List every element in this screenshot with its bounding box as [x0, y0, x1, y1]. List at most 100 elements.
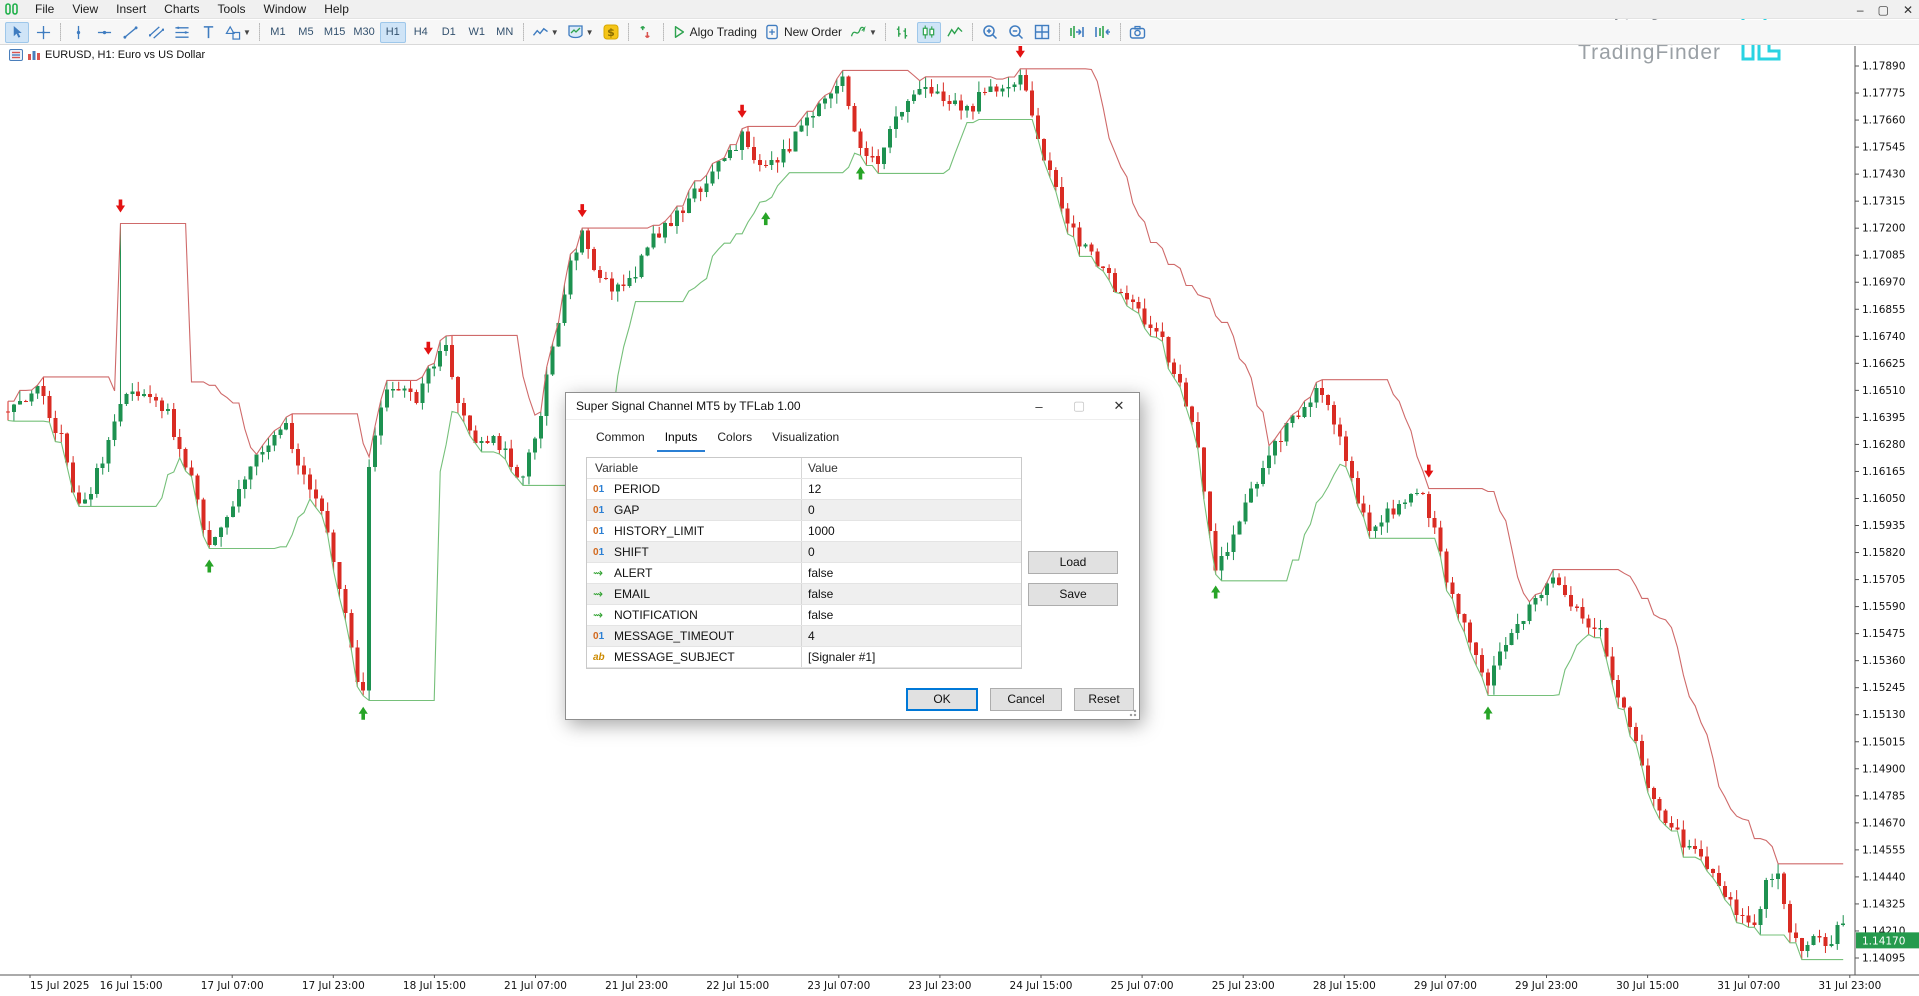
- variable-value[interactable]: 0: [802, 545, 1021, 559]
- candle: [314, 490, 318, 499]
- candles-mode-icon[interactable]: [917, 22, 941, 43]
- market-depth-icon[interactable]: [634, 22, 658, 43]
- candle: [1670, 823, 1674, 827]
- symbols-icon[interactable]: $: [599, 22, 623, 43]
- candle: [1433, 518, 1437, 527]
- vertical-line-icon[interactable]: [66, 22, 90, 43]
- bars-mode-icon[interactable]: [891, 22, 915, 43]
- ok-button[interactable]: OK: [906, 688, 978, 711]
- horizontal-line-icon[interactable]: [92, 22, 116, 43]
- tf-mn-button[interactable]: MN: [492, 22, 518, 43]
- table-row[interactable]: 01SHIFT 0: [587, 542, 1021, 563]
- cursor-icon[interactable]: [5, 22, 29, 43]
- new-order-button[interactable]: New Order: [762, 22, 845, 43]
- tab-visualization[interactable]: Visualization: [764, 426, 847, 452]
- tab-colors[interactable]: Colors: [709, 426, 760, 452]
- trendline-icon[interactable]: [118, 22, 142, 43]
- window-restore-button[interactable]: ▢: [1878, 3, 1889, 17]
- window-minimize-button[interactable]: –: [1857, 3, 1864, 17]
- dialog-resize-grip[interactable]: [1127, 707, 1137, 717]
- variable-value[interactable]: false: [802, 566, 1021, 580]
- tab-common[interactable]: Common: [588, 426, 653, 452]
- table-row[interactable]: abMESSAGE_SUBJECT [Signaler #1]: [587, 647, 1021, 668]
- tf-m5-button[interactable]: M5: [293, 22, 319, 43]
- screenshot-icon[interactable]: [1126, 22, 1150, 43]
- algo-trading-button[interactable]: Algo Trading: [669, 22, 760, 43]
- chart-type-dropdown-icon[interactable]: ▼: [551, 28, 559, 37]
- candle: [486, 441, 490, 443]
- candle: [728, 150, 732, 158]
- indicators-dropdown-icon[interactable]: ▼: [586, 28, 594, 37]
- time-axis-label: 28 Jul 15:00: [1313, 980, 1376, 992]
- chart-type-icon[interactable]: ▼: [529, 22, 562, 43]
- zoom-out-icon[interactable]: [1004, 22, 1028, 43]
- variable-value[interactable]: false: [802, 608, 1021, 622]
- line-mode-icon[interactable]: [943, 22, 967, 43]
- objects-list-dropdown-icon[interactable]: ▼: [869, 28, 877, 37]
- table-row[interactable]: ⇝EMAIL false: [587, 584, 1021, 605]
- cancel-button[interactable]: Cancel: [990, 688, 1062, 711]
- table-row[interactable]: 01MESSAGE_TIMEOUT 4: [587, 626, 1021, 647]
- shapes-icon[interactable]: ▼: [222, 22, 254, 43]
- menu-window[interactable]: Window: [255, 1, 316, 17]
- save-button[interactable]: Save: [1028, 583, 1118, 606]
- menu-insert[interactable]: Insert: [107, 1, 155, 17]
- candle: [947, 101, 951, 104]
- candle: [1675, 827, 1679, 829]
- shapes-dropdown-icon[interactable]: ▼: [243, 28, 251, 37]
- candle: [1681, 830, 1685, 848]
- dialog-close-button[interactable]: ✕: [1099, 398, 1139, 414]
- zoom-in-icon[interactable]: [978, 22, 1002, 43]
- menu-file[interactable]: File: [26, 1, 63, 17]
- candle: [1492, 666, 1496, 686]
- variable-value[interactable]: 4: [802, 629, 1021, 643]
- menu-tools[interactable]: Tools: [209, 1, 255, 17]
- shift-end-icon[interactable]: [1065, 22, 1089, 43]
- tf-d1-button[interactable]: D1: [436, 22, 462, 43]
- variable-value[interactable]: [Signaler #1]: [802, 650, 1021, 664]
- reset-button[interactable]: Reset: [1074, 688, 1134, 711]
- candle: [527, 452, 531, 476]
- table-row[interactable]: ⇝ALERT false: [587, 563, 1021, 584]
- variable-value[interactable]: false: [802, 587, 1021, 601]
- tf-m1-button[interactable]: M1: [265, 22, 291, 43]
- tf-m15-button[interactable]: M15: [321, 22, 348, 43]
- variable-value[interactable]: 1000: [802, 524, 1021, 538]
- tile-windows-icon[interactable]: [1030, 22, 1054, 43]
- text-label-icon[interactable]: [196, 22, 220, 43]
- dialog-minimize-button[interactable]: –: [1019, 399, 1059, 414]
- tf-m30-button[interactable]: M30: [350, 22, 377, 43]
- candle: [770, 160, 774, 165]
- menu-help[interactable]: Help: [315, 1, 358, 17]
- candle: [308, 474, 312, 489]
- tf-h1-button[interactable]: H1: [380, 22, 406, 43]
- variable-value[interactable]: 12: [802, 482, 1021, 496]
- table-row[interactable]: 01GAP 0: [587, 500, 1021, 521]
- menu-charts[interactable]: Charts: [155, 1, 208, 17]
- tf-h4-button[interactable]: H4: [408, 22, 434, 43]
- table-row[interactable]: 01HISTORY_LIMIT 1000: [587, 521, 1021, 542]
- auto-scroll-icon[interactable]: [1091, 22, 1115, 43]
- tab-inputs[interactable]: Inputs: [657, 426, 706, 452]
- crosshair-icon[interactable]: [31, 22, 55, 43]
- dialog-titlebar[interactable]: Super Signal Channel MT5 by TFLab 1.00 –…: [566, 393, 1139, 420]
- variable-value[interactable]: 0: [802, 503, 1021, 517]
- load-button[interactable]: Load: [1028, 551, 1118, 574]
- candle: [1368, 513, 1372, 531]
- table-row[interactable]: ⇝NOTIFICATION false: [587, 605, 1021, 626]
- table-row[interactable]: 01PERIOD 12: [587, 479, 1021, 500]
- price-axis-label: 1.14785: [1862, 790, 1905, 802]
- indicators-icon[interactable]: ▼: [564, 22, 597, 43]
- objects-list-icon[interactable]: ▼: [847, 22, 880, 43]
- candle: [290, 423, 294, 449]
- menu-view[interactable]: View: [63, 1, 107, 17]
- equidistant-channel-icon[interactable]: [144, 22, 168, 43]
- candle: [1285, 423, 1289, 442]
- chart-area[interactable]: 1.178901.177751.176601.175451.174301.173…: [0, 46, 1919, 996]
- candle: [1835, 925, 1839, 944]
- window-close-button[interactable]: ✕: [1903, 3, 1913, 17]
- candle: [1806, 945, 1810, 951]
- tf-w1-button[interactable]: W1: [464, 22, 490, 43]
- fibonacci-icon[interactable]: [170, 22, 194, 43]
- candle: [965, 106, 969, 111]
